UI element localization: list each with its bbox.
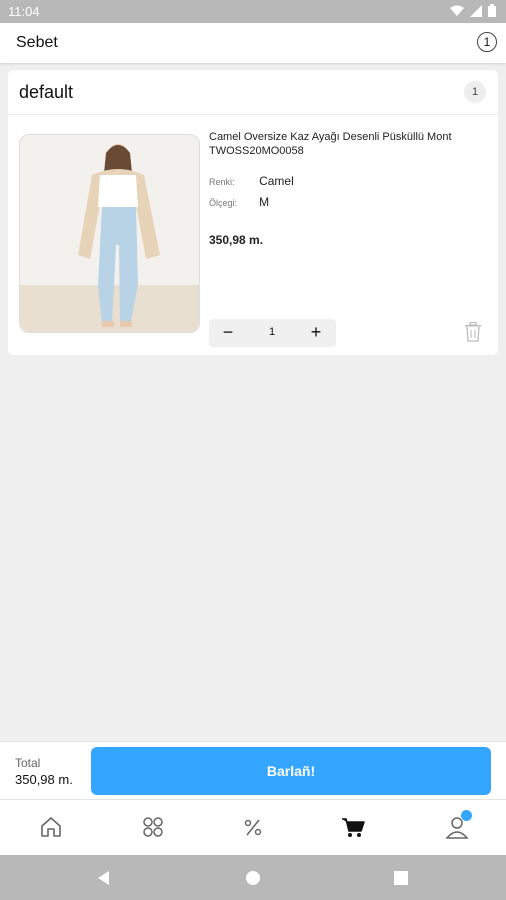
product-photo — [20, 135, 199, 332]
attribute-value: M — [259, 195, 270, 209]
cart-icon — [342, 818, 365, 837]
back-icon[interactable] — [94, 868, 114, 888]
bottom-nav — [0, 799, 506, 856]
product-name[interactable]: Camel Oversize Kaz Ayağı Desenli Püsküll… — [209, 130, 489, 158]
cart-group-name: default — [19, 82, 74, 102]
home-icon — [41, 817, 61, 837]
cellular-icon — [470, 4, 482, 17]
cart-group-count: 1 — [464, 81, 486, 103]
decrease-quantity-button[interactable]: − — [220, 322, 236, 342]
status-bar: 11:04 — [0, 0, 506, 23]
cart-count-badge: 1 — [477, 32, 497, 52]
checkout-bar: Total 350,98 m. Barlañ! — [0, 741, 506, 800]
total-value: 350,98 m. — [15, 772, 73, 787]
increase-quantity-button[interactable]: + — [308, 322, 324, 342]
page-title: Sebet — [16, 34, 58, 51]
total-label: Total — [15, 756, 41, 770]
nav-discounts[interactable] — [240, 814, 266, 840]
notification-badge — [461, 810, 472, 821]
quantity-value: 1 — [268, 326, 276, 338]
product-image[interactable] — [19, 134, 200, 333]
attribute-row-color: Renki: Camel — [209, 174, 294, 188]
attribute-value: Camel — [259, 174, 294, 188]
attribute-row-size: Ölçegi: M — [209, 195, 269, 209]
cart-group-card: default 1 Camel Oversize Kaz Ayağı Desen… — [8, 70, 498, 355]
status-icons — [450, 4, 496, 17]
status-time: 11:04 — [8, 4, 40, 19]
quantity-stepper: − 1 + — [209, 319, 336, 347]
nav-cart[interactable] — [340, 814, 366, 840]
recents-icon[interactable] — [391, 868, 411, 888]
nav-profile[interactable] — [444, 810, 472, 840]
nav-categories[interactable] — [140, 814, 166, 840]
cart-group-header: default 1 — [8, 70, 498, 115]
home-circle-icon[interactable] — [243, 868, 263, 888]
app-header: Sebet 1 — [0, 23, 506, 63]
battery-icon — [488, 4, 496, 17]
categories-icon — [143, 817, 163, 837]
delete-icon[interactable] — [464, 322, 482, 342]
product-price: 350,98 m. — [209, 233, 264, 247]
discount-icon — [244, 819, 262, 836]
wifi-icon — [450, 5, 464, 16]
attribute-label: Renki: — [209, 177, 235, 187]
system-nav-bar — [0, 855, 506, 900]
nav-home[interactable] — [38, 814, 64, 840]
attribute-label: Ölçegi: — [209, 198, 238, 208]
checkout-button[interactable]: Barlañ! — [91, 747, 491, 795]
